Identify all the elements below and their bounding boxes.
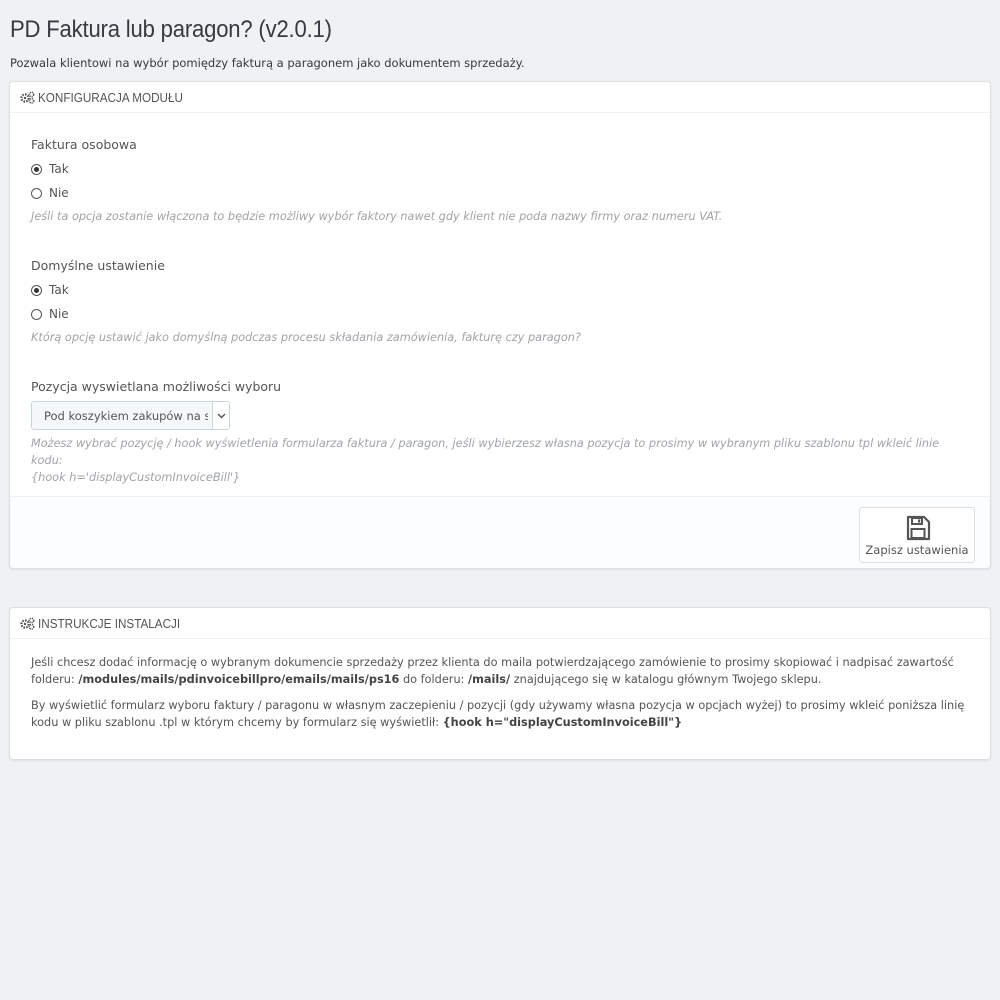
panel-footer: Zapisz ustawienia bbox=[10, 496, 990, 568]
position-select[interactable]: Pod koszykiem zakupów na s bbox=[31, 401, 230, 430]
chevron-down-icon[interactable] bbox=[212, 402, 229, 429]
radio-unchecked-icon[interactable] bbox=[31, 187, 42, 199]
radio-checked-icon[interactable] bbox=[31, 284, 42, 296]
radio-label: Nie bbox=[49, 307, 69, 321]
position-help-line2: {hook h='displayCustomInvoiceBill'} bbox=[31, 471, 241, 484]
text: do folderu: bbox=[399, 673, 469, 686]
position-help: Możesz wybrać pozycję / hook wyświetleni… bbox=[31, 435, 971, 486]
source-folder-path: /modules/mails/pdinvoicebillpro/emails/m… bbox=[78, 673, 400, 686]
save-settings-button[interactable]: Zapisz ustawienia bbox=[859, 507, 975, 563]
position-select-value: Pod koszykiem zakupów na s bbox=[44, 409, 208, 423]
module-config-panel: KONFIGURACJA MODUŁU Faktura osobowa Tak … bbox=[9, 81, 991, 569]
page: PD Faktura lub paragon? (v2.0.1) Pozwala… bbox=[0, 0, 1000, 1000]
panel-heading-text: INSTRUKCJE INSTALACJI bbox=[38, 615, 181, 631]
default-setting-label: Domyślne ustawienie bbox=[31, 258, 165, 273]
radio-label: Tak bbox=[49, 162, 69, 176]
panel-heading-text: KONFIGURACJA MODUŁU bbox=[38, 89, 183, 105]
install-paragraph-1: Jeśli chcesz dodać informację o wybranym… bbox=[31, 654, 976, 688]
default-setting-yes-radio[interactable]: Tak bbox=[31, 283, 69, 297]
default-setting-no-radio[interactable]: Nie bbox=[31, 307, 69, 321]
panel-heading: INSTRUKCJE INSTALACJI bbox=[10, 608, 990, 639]
radio-unchecked-icon[interactable] bbox=[31, 308, 42, 320]
radio-checked-icon[interactable] bbox=[31, 163, 42, 175]
page-description: Pozwala klientowi na wybór pomiędzy fakt… bbox=[10, 56, 525, 70]
target-folder-path: /mails/ bbox=[468, 673, 511, 686]
position-label: Pozycja wyswietlana możliwości wyboru bbox=[31, 379, 282, 394]
install-instructions-panel: INSTRUKCJE INSTALACJI Jeśli chcesz dodać… bbox=[9, 607, 991, 760]
save-settings-label: Zapisz ustawienia bbox=[865, 543, 969, 557]
radio-label: Tak bbox=[49, 283, 69, 297]
personal-invoice-no-radio[interactable]: Nie bbox=[31, 186, 69, 200]
position-help-line1: Możesz wybrać pozycję / hook wyświetleni… bbox=[31, 437, 940, 467]
personal-invoice-help: Jeśli ta opcja zostanie włączona to będz… bbox=[31, 210, 723, 223]
default-setting-help: Którą opcję ustawić jako domyślną podcza… bbox=[31, 331, 581, 344]
floppy-disk-icon bbox=[906, 515, 931, 541]
page-title: PD Faktura lub paragon? (v2.0.1) bbox=[10, 16, 332, 43]
hook-code: {hook h="displayCustomInvoiceBill"} bbox=[442, 716, 683, 729]
install-paragraph-2: By wyświetlić formularz wyboru faktury /… bbox=[31, 697, 976, 731]
radio-label: Nie bbox=[49, 186, 69, 200]
personal-invoice-label: Faktura osobowa bbox=[31, 137, 137, 152]
install-instructions-body: Jeśli chcesz dodać informację o wybranym… bbox=[31, 654, 976, 740]
personal-invoice-yes-radio[interactable]: Tak bbox=[31, 162, 69, 176]
cogs-icon bbox=[20, 90, 35, 104]
cogs-icon bbox=[20, 616, 35, 630]
panel-heading: KONFIGURACJA MODUŁU bbox=[10, 82, 990, 113]
text: znajdującego się w katalogu głównym Twoj… bbox=[510, 673, 822, 686]
